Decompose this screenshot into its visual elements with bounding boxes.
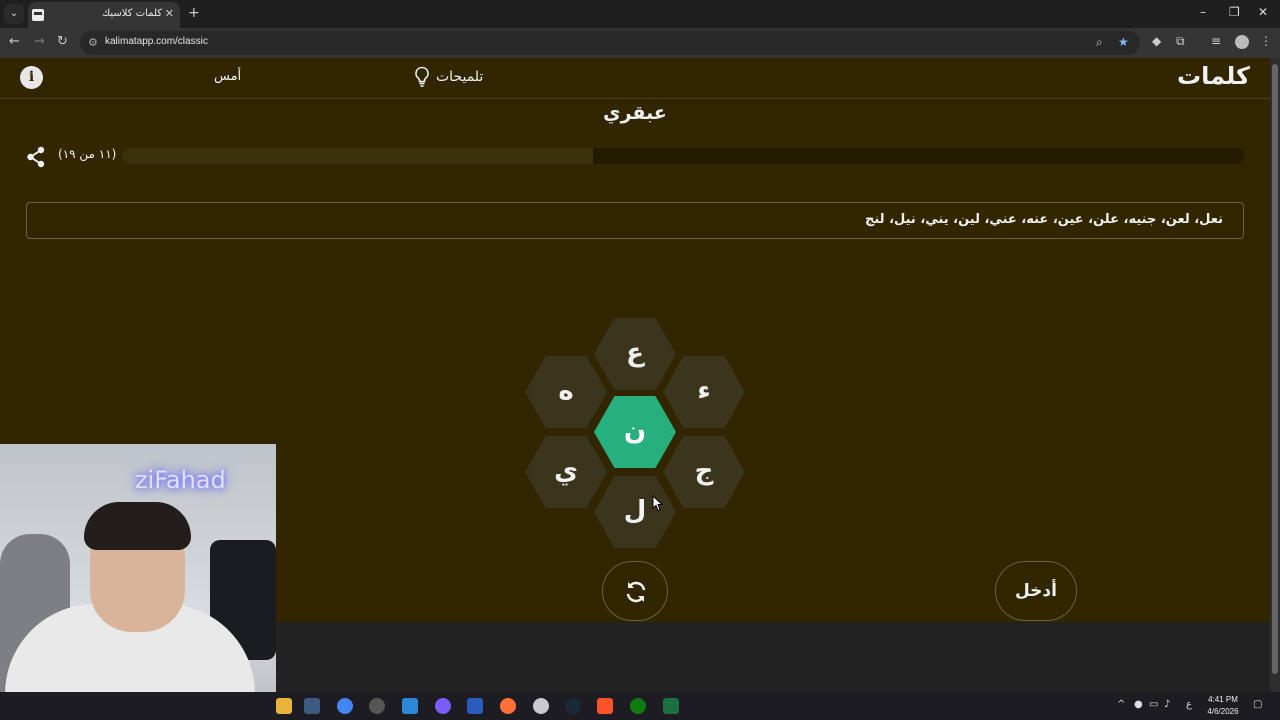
progress-bar-remaining [122,148,593,164]
tab-title: كلمات كلاسيك [101,8,163,19]
notification-icon[interactable]: ▢ [1253,699,1262,710]
found-words-box[interactable]: نعل، لعن، جنيه، علن، عين، عنه، عني، لين،… [26,202,1244,239]
taskbar-steam-icon[interactable] [565,698,581,714]
taskbar-app-icon[interactable] [304,698,320,714]
taskbar-file-explorer-icon[interactable] [276,698,292,714]
shuffle-button[interactable] [602,561,668,621]
browser-toolbar: ← → ↻ ⚙ kalimatapp.com/classic ⌕ ★ ◆ ⧉ ≡… [0,28,1280,58]
extensions-puzzle-icon[interactable]: ⧉ [1176,34,1185,49]
taskbar: ^ ● ▭ ♪ ع 4:41 PM 4/6/2026 ▢ [0,692,1280,720]
site-favicon-icon [32,9,44,21]
taskbar-discord-icon[interactable] [435,698,451,714]
neon-sign: ziFahad [135,466,226,494]
taskbar-xbox-icon[interactable] [630,698,646,714]
tab-strip: ⌄ كلمات كلاسيك ✕ + – ❐ ✕ [0,0,1280,28]
clock-time: 4:41 PM [1208,695,1238,704]
tab-close-icon[interactable]: ✕ [165,7,174,20]
scrollbar-thumb[interactable] [1272,64,1278,674]
letter-hex-top[interactable]: ع [594,318,676,390]
tray-chevron-icon[interactable]: ^ [1117,699,1125,710]
yesterday-link[interactable]: أمس [214,69,241,84]
taskbar-store-icon[interactable] [402,698,418,714]
tab-search-button[interactable]: ⌄ [4,4,24,24]
letter-hex-bottom[interactable]: ل [594,476,676,548]
mouse-cursor-icon [652,495,663,512]
progress-count: (١١ من ١٩) [58,147,117,161]
taskbar-firefox-icon[interactable] [500,698,516,714]
taskbar-excel-icon[interactable] [663,698,679,714]
extension-icon[interactable]: ◆ [1152,34,1161,48]
taskbar-word-icon[interactable] [467,698,483,714]
minimize-button[interactable]: – [1200,5,1206,19]
tray-volume-icon[interactable]: ♪ [1164,699,1170,710]
browser-window: ⌄ كلمات كلاسيك ✕ + – ❐ ✕ ← → ↻ ⚙ kalimat… [0,0,1280,720]
reload-button[interactable]: ↻ [57,34,68,49]
webcam-overlay: ziFahad [0,444,276,720]
bookmark-star-icon[interactable]: ★ [1118,35,1129,49]
found-words-list: نعل، لعن، جنيه، علن، عين، عنه، عني، لين،… [864,212,1223,227]
tray-network-icon[interactable]: ▭ [1149,699,1158,710]
close-window-button[interactable]: ✕ [1258,5,1268,19]
new-tab-button[interactable]: + [188,5,200,21]
restore-button[interactable]: ❐ [1229,5,1240,19]
media-icon[interactable]: ≡ [1211,34,1221,48]
letter-hex-top-left[interactable]: ه [525,356,607,428]
page-scrollbar[interactable] [1270,58,1280,692]
profile-avatar[interactable] [1235,35,1249,49]
tray-language[interactable]: ع [1186,699,1192,710]
back-button[interactable]: ← [9,34,20,49]
taskbar-obs-icon[interactable] [369,698,385,714]
letter-hex-center[interactable]: ن [594,396,676,468]
webcam-person-hair [84,502,191,550]
taskbar-chrome-icon[interactable] [337,698,353,714]
hints-label: تلميحات [436,69,484,85]
info-icon[interactable]: i [20,66,43,89]
tab-active[interactable]: كلمات كلاسيك ✕ [28,2,180,28]
hints-button[interactable]: تلميحات [414,66,483,88]
app-header: i أمس تلميحات كلمات [0,58,1270,99]
app-logo[interactable]: كلمات [1177,62,1250,90]
taskbar-brave-icon[interactable] [597,698,613,714]
menu-kebab-icon[interactable]: ⋮ [1260,34,1272,48]
progress-row: (١١ من ١٩) [0,144,1270,168]
progress-bar [122,148,1244,164]
rank-title: عبقري [603,102,667,124]
enter-button[interactable]: أدخل [995,561,1077,621]
site-info-icon[interactable]: ⚙ [88,36,98,49]
lightbulb-icon [415,66,429,87]
letter-hex-top-right[interactable]: ء [663,356,745,428]
share-icon[interactable] [26,146,46,168]
progress-bar-fill [593,148,1244,164]
clock-date: 4/6/2026 [1207,707,1239,716]
taskbar-app2-icon[interactable] [533,698,549,714]
taskbar-clock[interactable]: 4:41 PM 4/6/2026 [1200,694,1246,718]
url-text: kalimatapp.com/classic [105,36,208,47]
letter-hex-bottom-left[interactable]: ي [525,436,607,508]
zoom-icon[interactable]: ⌕ [1096,35,1103,50]
address-bar[interactable]: ⚙ kalimatapp.com/classic ⌕ ★ [80,31,1140,55]
forward-button[interactable]: → [34,34,45,49]
tray-mic-icon[interactable]: ● [1134,699,1143,710]
letter-hex-bottom-right[interactable]: ج [663,436,745,508]
shuffle-icon [626,581,646,603]
